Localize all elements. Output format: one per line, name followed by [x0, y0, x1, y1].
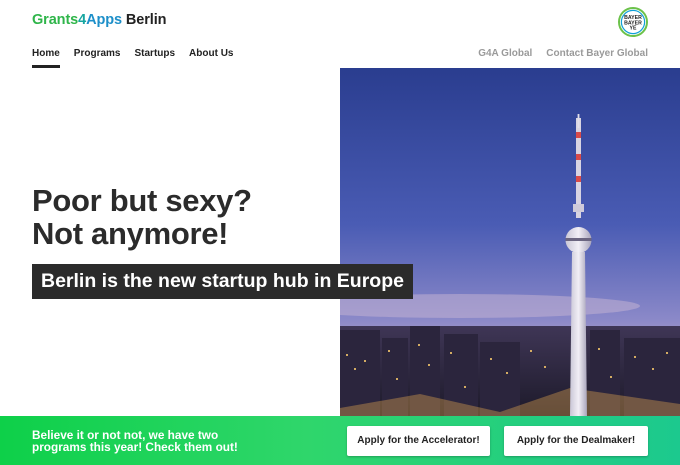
- cta-text-line2: programs this year! Check them out!: [32, 440, 238, 454]
- cta-bar: Believe it or not not, we have two progr…: [0, 416, 680, 465]
- logo-grants: Grants: [32, 12, 79, 28]
- nav-item-about-us[interactable]: About Us: [189, 48, 233, 68]
- hero-headline-line1: Poor but sexy?: [32, 183, 252, 218]
- bayer-logo-icon[interactable]: BAYER BAYER YE: [618, 7, 648, 37]
- logo-city: Berlin: [125, 12, 167, 28]
- cta-text: Believe it or not not, we have two progr…: [32, 429, 292, 453]
- svg-text:YE: YE: [630, 26, 637, 32]
- nav-item-g4a-global[interactable]: G4A Global: [478, 48, 532, 68]
- site-header: Grants4Apps Berlin BAYER BAYER YE Home P…: [0, 0, 680, 68]
- hero-image-berlin-tv-tower: [340, 68, 680, 416]
- logo-four: 4: [78, 12, 87, 28]
- nav-item-home[interactable]: Home: [32, 48, 60, 68]
- hero-headline-line2: Not anymore!: [32, 216, 229, 251]
- secondary-nav: G4A Global Contact Bayer Global: [464, 48, 648, 68]
- main-nav: Home Programs Startups About Us: [32, 48, 248, 68]
- hero-subline: Berlin is the new startup hub in Europe: [32, 264, 413, 299]
- logo-apps: Apps: [86, 12, 122, 28]
- nav-item-programs[interactable]: Programs: [74, 48, 121, 68]
- apply-dealmaker-button[interactable]: Apply for the Dealmaker!: [504, 426, 648, 456]
- nav-item-contact-bayer-global[interactable]: Contact Bayer Global: [546, 48, 648, 68]
- site-logo[interactable]: Grants4Apps Berlin: [32, 12, 167, 28]
- hero-headline: Poor but sexy? Not anymore!: [32, 184, 252, 250]
- apply-accelerator-button[interactable]: Apply for the Accelerator!: [347, 426, 490, 456]
- nav-item-startups[interactable]: Startups: [134, 48, 175, 68]
